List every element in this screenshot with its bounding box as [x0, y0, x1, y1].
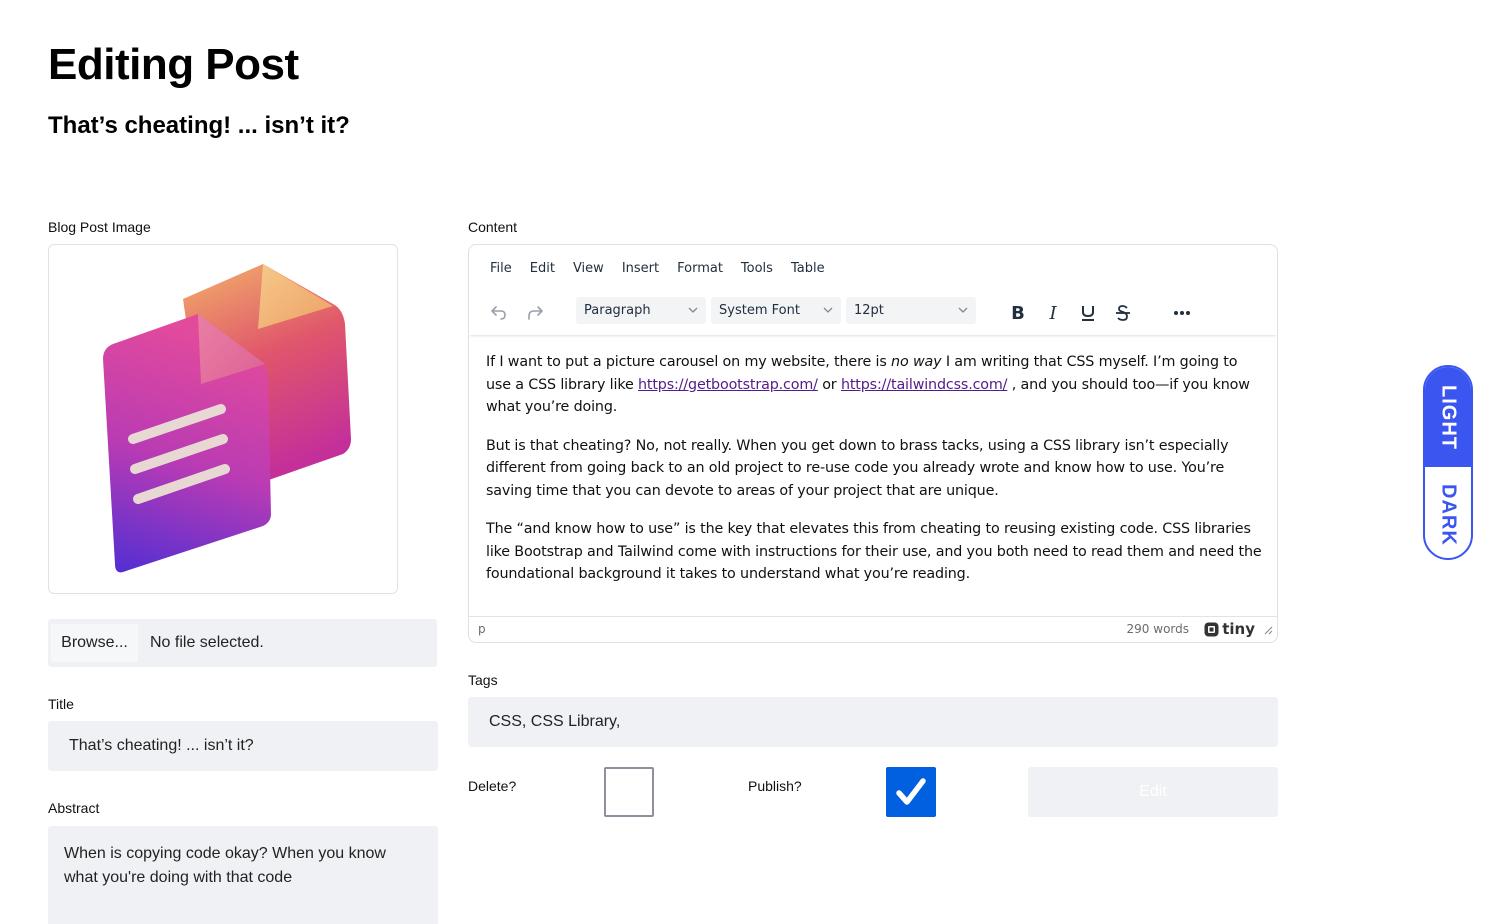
block-format-value: Paragraph [584, 303, 651, 318]
more-icon[interactable] [1168, 299, 1196, 327]
delete-checkbox[interactable] [604, 767, 654, 817]
publish-checkbox[interactable] [886, 767, 936, 817]
title-input[interactable] [48, 721, 438, 771]
title-label: Title [48, 696, 74, 712]
chevron-down-icon [958, 297, 968, 334]
theme-dark-option[interactable]: DARK [1425, 467, 1471, 558]
editor-statusbar: p 290 words tiny [469, 616, 1277, 642]
strikethrough-icon[interactable] [1109, 299, 1137, 327]
font-family-select[interactable]: System Font [711, 297, 841, 324]
checkmark-icon [896, 778, 926, 805]
tailwind-link[interactable]: https://tailwindcss.com/ [841, 377, 1008, 393]
font-family-value: System Font [719, 303, 800, 318]
bootstrap-link[interactable]: https://getbootstrap.com/ [638, 377, 818, 393]
editor-toolbar: Paragraph System Font 12pt B I [469, 295, 1277, 335]
text-run: If I want to put a picture carousel on m… [486, 354, 892, 370]
redo-icon[interactable] [521, 299, 549, 327]
underline-icon[interactable] [1074, 299, 1102, 327]
element-path[interactable]: p [478, 622, 486, 636]
emphasis-text: no way [891, 354, 942, 370]
edit-button[interactable]: Edit [1028, 767, 1278, 817]
text-run: or [817, 376, 841, 393]
theme-light-option[interactable]: LIGHT [1425, 367, 1471, 467]
content-paragraph: If I want to put a picture carousel on m… [486, 351, 1266, 419]
chevron-down-icon [688, 297, 698, 334]
font-size-value: 12pt [854, 303, 884, 318]
editor-content[interactable]: If I want to put a picture carousel on m… [486, 351, 1266, 602]
content-paragraph: The “and know how to use” is the key tha… [486, 521, 1262, 582]
blog-post-image-label: Blog Post Image [48, 219, 151, 235]
file-upload-field[interactable]: Browse... No file selected. [48, 619, 437, 667]
page-subtitle: That’s cheating! ... isn’t it? [48, 112, 350, 139]
undo-icon[interactable] [485, 299, 513, 327]
menu-file[interactable]: File [481, 261, 521, 276]
editor-menubar: File Edit View Insert Format Tools Table [481, 261, 834, 276]
content-paragraph: But is that cheating? No, not really. Wh… [486, 437, 1229, 499]
block-format-select[interactable]: Paragraph [576, 297, 706, 324]
dark-label: DARK [1437, 483, 1460, 546]
abstract-label: Abstract [48, 800, 100, 816]
tiny-brand-text: tiny [1222, 620, 1255, 638]
rich-text-editor: File Edit View Insert Format Tools Table… [468, 244, 1278, 643]
tags-input[interactable] [468, 697, 1278, 747]
menu-view[interactable]: View [564, 261, 613, 276]
tiny-logo[interactable]: tiny [1204, 620, 1255, 638]
italic-icon[interactable]: I [1039, 299, 1067, 327]
word-count[interactable]: 290 words [1127, 622, 1189, 636]
blog-post-image [48, 244, 398, 594]
bold-icon[interactable]: B [1004, 299, 1032, 327]
documents-icon [103, 264, 351, 573]
delete-label: Delete? [468, 778, 517, 794]
theme-toggle[interactable]: LIGHT DARK [1423, 365, 1473, 560]
light-label: LIGHT [1437, 384, 1460, 450]
browse-button[interactable]: Browse... [51, 624, 138, 662]
font-size-select[interactable]: 12pt [846, 297, 976, 324]
menu-tools[interactable]: Tools [732, 261, 782, 276]
page-title: Editing Post [48, 40, 299, 89]
resize-handle-icon[interactable] [1263, 624, 1273, 638]
menu-table[interactable]: Table [782, 261, 834, 276]
publish-label: Publish? [748, 778, 802, 794]
menu-format[interactable]: Format [668, 261, 732, 276]
menu-insert[interactable]: Insert [613, 261, 668, 276]
chevron-down-icon [823, 297, 833, 334]
abstract-textarea[interactable]: When is copying code okay? When you know… [48, 826, 438, 924]
tags-label: Tags [468, 672, 498, 688]
content-label: Content [468, 219, 518, 235]
menu-edit[interactable]: Edit [521, 261, 564, 276]
file-status: No file selected. [150, 634, 264, 651]
tiny-logo-icon [1204, 622, 1219, 636]
